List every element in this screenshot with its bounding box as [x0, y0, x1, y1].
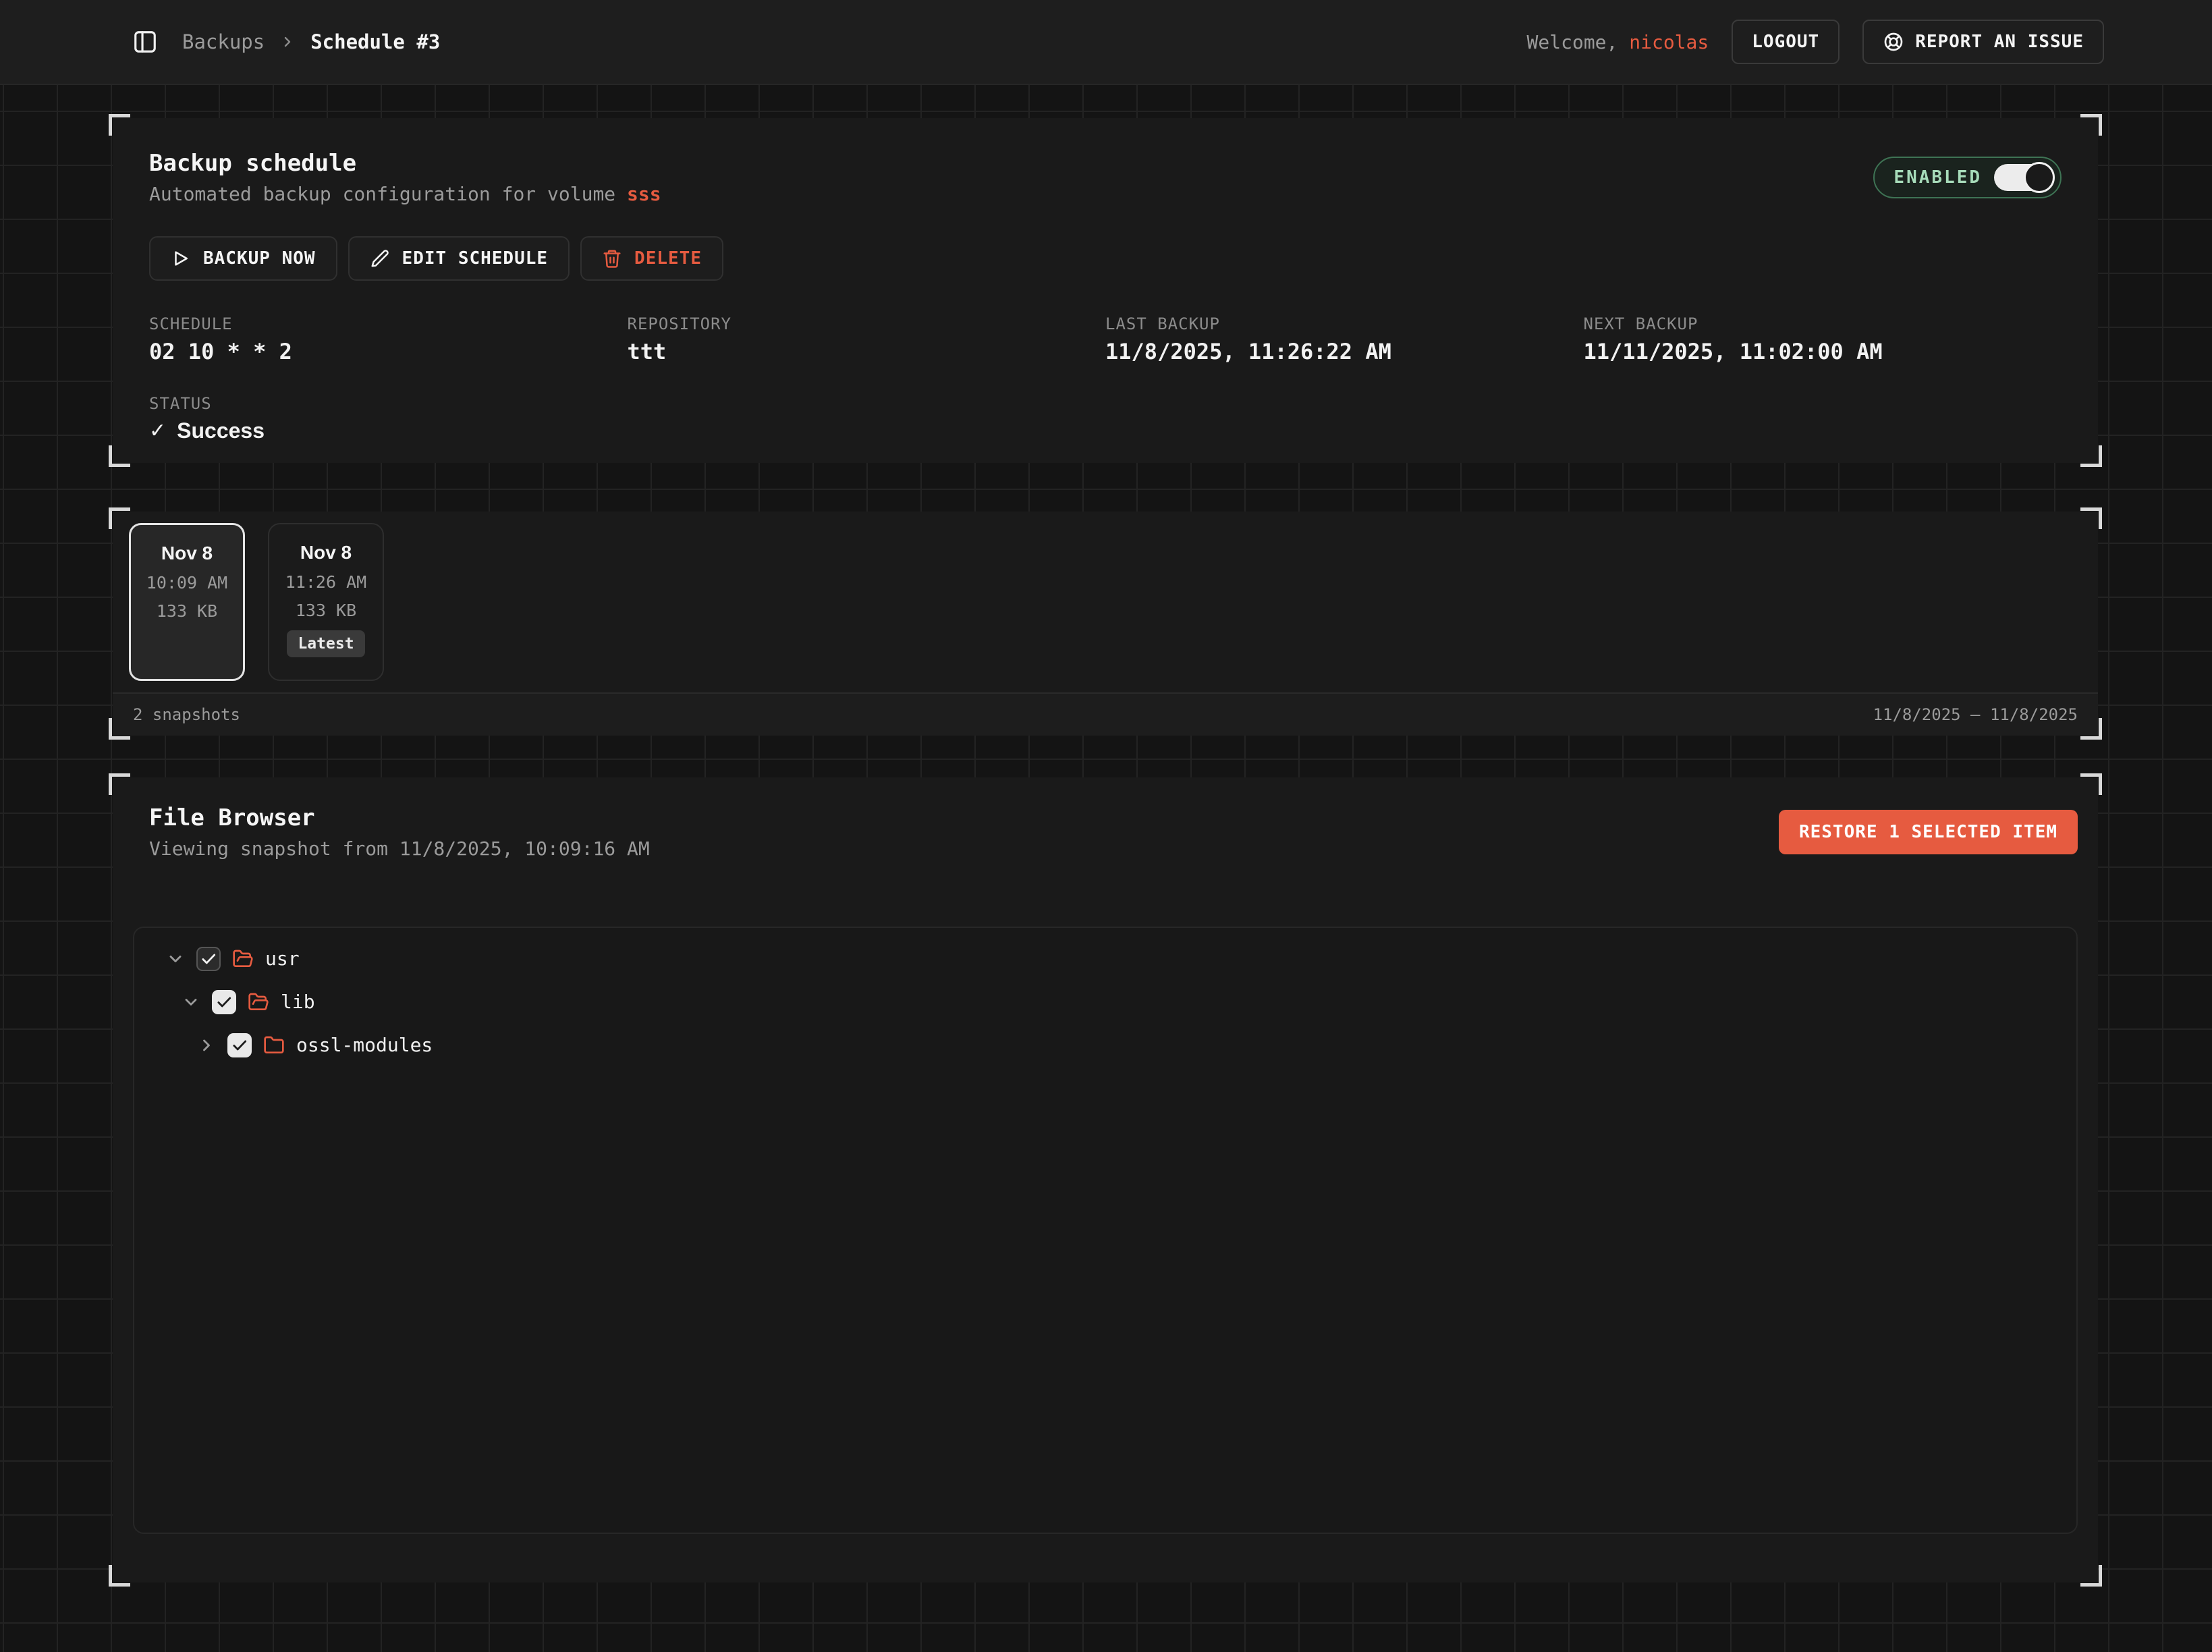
- check-icon: ✓: [149, 419, 166, 443]
- field-value: ttt: [628, 339, 1106, 364]
- panel-left-icon: [132, 29, 158, 55]
- welcome-prefix: Welcome,: [1527, 31, 1618, 53]
- field-label: SCHEDULE: [149, 314, 628, 333]
- status-badge: Success: [177, 418, 265, 443]
- edit-schedule-label: EDIT SCHEDULE: [402, 248, 549, 269]
- folder-icon: [263, 1035, 285, 1056]
- field-value: 11/8/2025, 11:26:22 AM: [1105, 339, 1584, 364]
- field-label: NEXT BACKUP: [1584, 314, 2062, 333]
- field-label: LAST BACKUP: [1105, 314, 1584, 333]
- checkbox-checked[interactable]: [227, 1033, 252, 1057]
- top-bar: Backups Schedule #3 Welcome, nicolas LOG…: [0, 0, 2212, 85]
- toggle-knob: [2024, 162, 2055, 193]
- chevron-right-icon[interactable]: [197, 1036, 216, 1055]
- chevron-down-icon[interactable]: [166, 949, 185, 968]
- logout-label: LOGOUT: [1752, 32, 1819, 52]
- delete-button[interactable]: DELETE: [580, 236, 723, 281]
- tree-item-label: usr: [265, 947, 300, 970]
- field-last-backup: LAST BACKUP 11/8/2025, 11:26:22 AM: [1105, 314, 1584, 364]
- field-value: 11/11/2025, 11:02:00 AM: [1584, 339, 2062, 364]
- file-browser-panel: File Browser Viewing snapshot from 11/8/…: [113, 777, 2098, 1582]
- latest-badge: Latest: [287, 630, 364, 657]
- lifebuoy-icon: [1883, 31, 1904, 53]
- field-schedule: SCHEDULE 02 10 * * 2: [149, 314, 628, 364]
- corner-bracket: [2080, 114, 2102, 136]
- panel-subtitle: Automated backup configuration for volum…: [149, 182, 661, 207]
- snapshot-count: 2 snapshots: [133, 705, 240, 724]
- snapshot-card[interactable]: Nov 8 11:26 AM 133 KB Latest: [268, 523, 384, 681]
- corner-bracket: [2080, 445, 2102, 467]
- corner-bracket: [2080, 773, 2102, 795]
- snapshot-date: Nov 8: [161, 543, 213, 564]
- edit-schedule-button[interactable]: EDIT SCHEDULE: [348, 236, 570, 281]
- logout-button[interactable]: LOGOUT: [1732, 20, 1840, 64]
- play-icon: [171, 248, 191, 269]
- breadcrumb: Backups Schedule #3: [182, 30, 440, 53]
- corner-bracket: [109, 1565, 130, 1587]
- snapshots-footer: 2 snapshots 11/8/2025 – 11/8/2025: [113, 692, 2098, 736]
- enabled-label: ENABLED: [1893, 167, 1982, 188]
- field-repository: REPOSITORY ttt: [628, 314, 1106, 364]
- sidebar-toggle-button[interactable]: [132, 29, 158, 55]
- breadcrumb-current: Schedule #3: [310, 30, 440, 53]
- tree-item-lib[interactable]: lib: [134, 981, 2076, 1024]
- report-issue-button[interactable]: REPORT AN ISSUE: [1862, 20, 2104, 64]
- folder-open-icon: [248, 991, 269, 1013]
- report-issue-label: REPORT AN ISSUE: [1915, 32, 2084, 52]
- snapshot-size: 133 KB: [157, 601, 217, 621]
- checkbox-checked[interactable]: [212, 990, 236, 1014]
- corner-bracket: [109, 718, 130, 740]
- breadcrumb-section[interactable]: Backups: [182, 30, 265, 53]
- delete-label: DELETE: [634, 248, 702, 269]
- corner-bracket: [2080, 718, 2102, 740]
- volume-name: sss: [627, 183, 661, 205]
- corner-bracket: [2080, 1565, 2102, 1587]
- chevron-down-icon[interactable]: [182, 993, 200, 1012]
- field-label: REPOSITORY: [628, 314, 1106, 333]
- toggle-switch[interactable]: [1994, 164, 2053, 191]
- subtitle-prefix: Automated backup configuration for volum…: [149, 183, 627, 205]
- status-label: STATUS: [149, 394, 2062, 413]
- field-next-backup: NEXT BACKUP 11/11/2025, 11:02:00 AM: [1584, 314, 2062, 364]
- corner-bracket: [109, 773, 130, 795]
- snapshot-size: 133 KB: [296, 601, 356, 620]
- file-browser-title: File Browser: [149, 804, 650, 832]
- enabled-toggle[interactable]: ENABLED: [1873, 157, 2062, 198]
- backup-schedule-panel: Backup schedule Automated backup configu…: [113, 118, 2098, 463]
- snapshots-panel: Nov 8 10:09 AM 133 KB Nov 8 11:26 AM 133…: [113, 512, 2098, 736]
- tree-item-label: lib: [281, 991, 315, 1013]
- corner-bracket: [2080, 507, 2102, 529]
- tree-item-ossl-modules[interactable]: ossl-modules: [134, 1024, 2076, 1067]
- snapshot-date-range: 11/8/2025 – 11/8/2025: [1873, 705, 2078, 724]
- snapshot-time: 11:26 AM: [285, 572, 366, 592]
- checkbox-checked[interactable]: [196, 947, 221, 971]
- backup-now-label: BACKUP NOW: [203, 248, 316, 269]
- snapshot-card-selected[interactable]: Nov 8 10:09 AM 133 KB: [129, 523, 245, 681]
- chevron-right-icon: [279, 34, 296, 50]
- trash-icon: [602, 248, 622, 269]
- tree-item-usr[interactable]: usr: [134, 937, 2076, 981]
- field-value: 02 10 * * 2: [149, 339, 628, 364]
- page-title: Backup schedule: [149, 150, 661, 177]
- file-tree: usr lib ossl-modules: [133, 927, 2078, 1534]
- corner-bracket: [109, 507, 130, 529]
- status-block: STATUS ✓ Success: [149, 394, 2062, 443]
- snapshot-date: Nov 8: [300, 542, 352, 563]
- folder-open-icon: [232, 948, 254, 970]
- file-browser-subtitle: Viewing snapshot from 11/8/2025, 10:09:1…: [149, 836, 650, 862]
- tree-item-label: ossl-modules: [296, 1034, 433, 1056]
- corner-bracket: [109, 445, 130, 467]
- corner-bracket: [109, 114, 130, 136]
- pencil-icon: [370, 248, 390, 269]
- snapshot-time: 10:09 AM: [146, 573, 227, 593]
- restore-button[interactable]: RESTORE 1 SELECTED ITEM: [1779, 810, 2078, 854]
- username: nicolas: [1629, 31, 1709, 53]
- backup-now-button[interactable]: BACKUP NOW: [149, 236, 337, 281]
- welcome-text: Welcome, nicolas: [1527, 31, 1709, 53]
